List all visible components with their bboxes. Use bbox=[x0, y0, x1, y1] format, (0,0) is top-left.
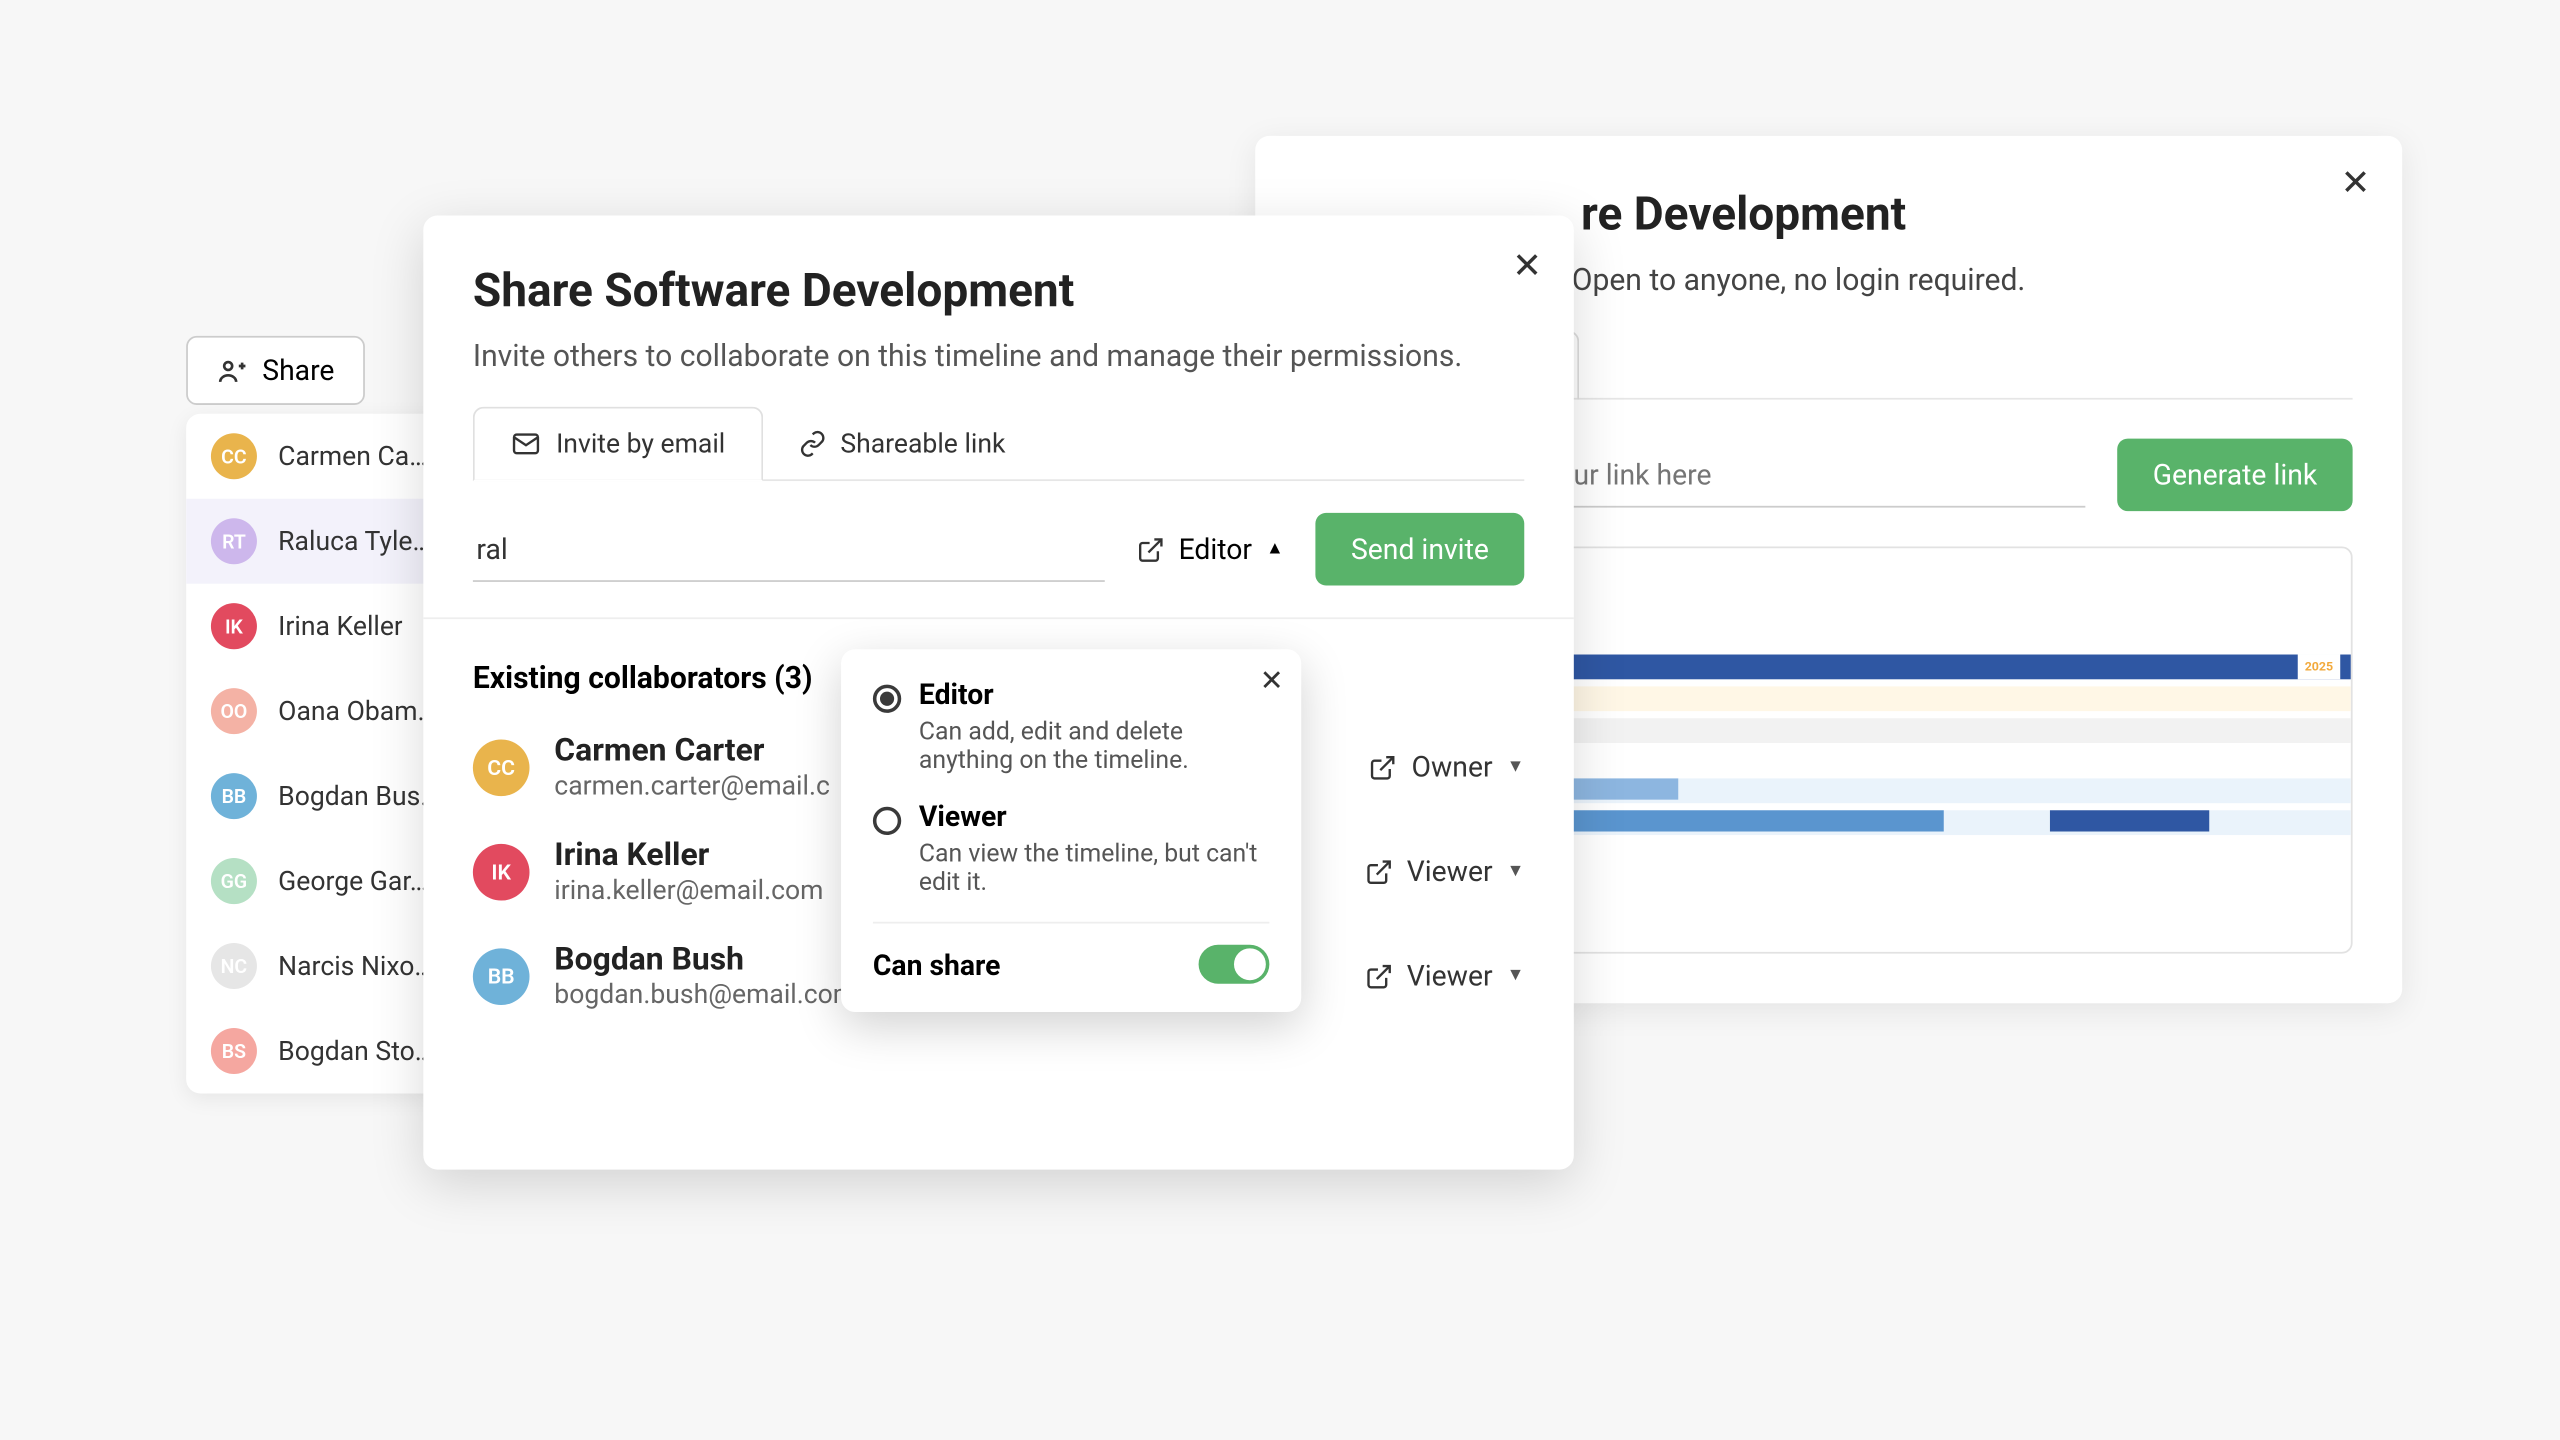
external-icon bbox=[1369, 753, 1397, 781]
person-name: Carmen Ca… bbox=[278, 440, 427, 472]
avatar: BB bbox=[473, 947, 530, 1004]
caret-down-icon: ▼ bbox=[1507, 757, 1525, 776]
close-icon[interactable]: ✕ bbox=[2341, 161, 2371, 203]
avatar: BB bbox=[211, 773, 257, 819]
collaborator-name: Carmen Carter bbox=[554, 732, 830, 769]
close-icon[interactable]: ✕ bbox=[1512, 244, 1542, 286]
external-icon bbox=[1364, 962, 1392, 990]
external-icon bbox=[1136, 535, 1164, 563]
can-share-label: Can share bbox=[873, 947, 1001, 981]
role-option-viewer[interactable]: Viewer Can view the timeline, but can't … bbox=[873, 800, 1269, 897]
role-popover: ✕ Editor Can add, edit and delete anythi… bbox=[841, 649, 1301, 1012]
link-icon bbox=[798, 429, 826, 457]
dialog-subtitle: Invite others to collaborate on this tim… bbox=[473, 339, 1524, 374]
caret-down-icon: ▼ bbox=[1507, 862, 1525, 881]
can-share-toggle[interactable] bbox=[1199, 945, 1270, 984]
invite-email-input[interactable] bbox=[473, 517, 1104, 581]
tab-invite-by-email[interactable]: Invite by email bbox=[473, 407, 763, 481]
avatar: CC bbox=[473, 739, 530, 796]
send-invite-button[interactable]: Send invite bbox=[1316, 513, 1525, 586]
person-name: Narcis Nixo… bbox=[278, 950, 432, 982]
avatar: CC bbox=[211, 433, 257, 479]
collaborator-email: bogdan.bush@email.com bbox=[554, 978, 856, 1010]
collaborator-email: carmen.carter@email.c bbox=[554, 770, 830, 802]
role-picker[interactable]: Editor ▲ bbox=[1129, 522, 1291, 577]
person-name: Irina Keller bbox=[278, 610, 403, 642]
caret-down-icon: ▼ bbox=[1507, 966, 1525, 985]
caret-up-icon: ▲ bbox=[1266, 539, 1284, 558]
collaborator-name: Irina Keller bbox=[554, 837, 823, 874]
mail-icon bbox=[510, 428, 542, 460]
share-button[interactable]: Share bbox=[186, 336, 364, 405]
collaborator-name: Bogdan Bush bbox=[554, 941, 856, 978]
collaborator-role-picker[interactable]: Viewer▼ bbox=[1364, 959, 1524, 993]
share-icon bbox=[216, 354, 248, 386]
close-icon[interactable]: ✕ bbox=[1260, 663, 1284, 697]
radio-icon bbox=[873, 807, 901, 835]
person-name: Bogdan Bus… bbox=[278, 780, 438, 812]
person-name: Raluca Tyle… bbox=[278, 525, 430, 557]
external-icon bbox=[1364, 857, 1392, 885]
person-name: George Gar… bbox=[278, 865, 427, 897]
person-name: Oana Obam… bbox=[278, 695, 435, 727]
avatar: RT bbox=[211, 518, 257, 564]
dialog-title: Share Software Development bbox=[473, 265, 1524, 318]
tab-shareable-link[interactable]: Shareable link bbox=[762, 407, 1040, 480]
collaborator-role-picker[interactable]: Viewer▼ bbox=[1364, 855, 1524, 889]
generate-link-button[interactable]: Generate link bbox=[2117, 439, 2352, 512]
role-option-editor[interactable]: Editor Can add, edit and delete anything… bbox=[873, 678, 1269, 775]
collaborator-role-picker[interactable]: Owner▼ bbox=[1369, 750, 1524, 784]
radio-selected-icon bbox=[873, 685, 901, 713]
person-name: Bogdan Sto… bbox=[278, 1035, 432, 1067]
avatar: NC bbox=[211, 943, 257, 989]
avatar: BS bbox=[211, 1028, 257, 1074]
avatar: IK bbox=[211, 603, 257, 649]
avatar: GG bbox=[211, 858, 257, 904]
avatar: IK bbox=[473, 843, 530, 900]
avatar: OO bbox=[211, 688, 257, 734]
collaborator-email: irina.keller@email.com bbox=[554, 874, 823, 906]
